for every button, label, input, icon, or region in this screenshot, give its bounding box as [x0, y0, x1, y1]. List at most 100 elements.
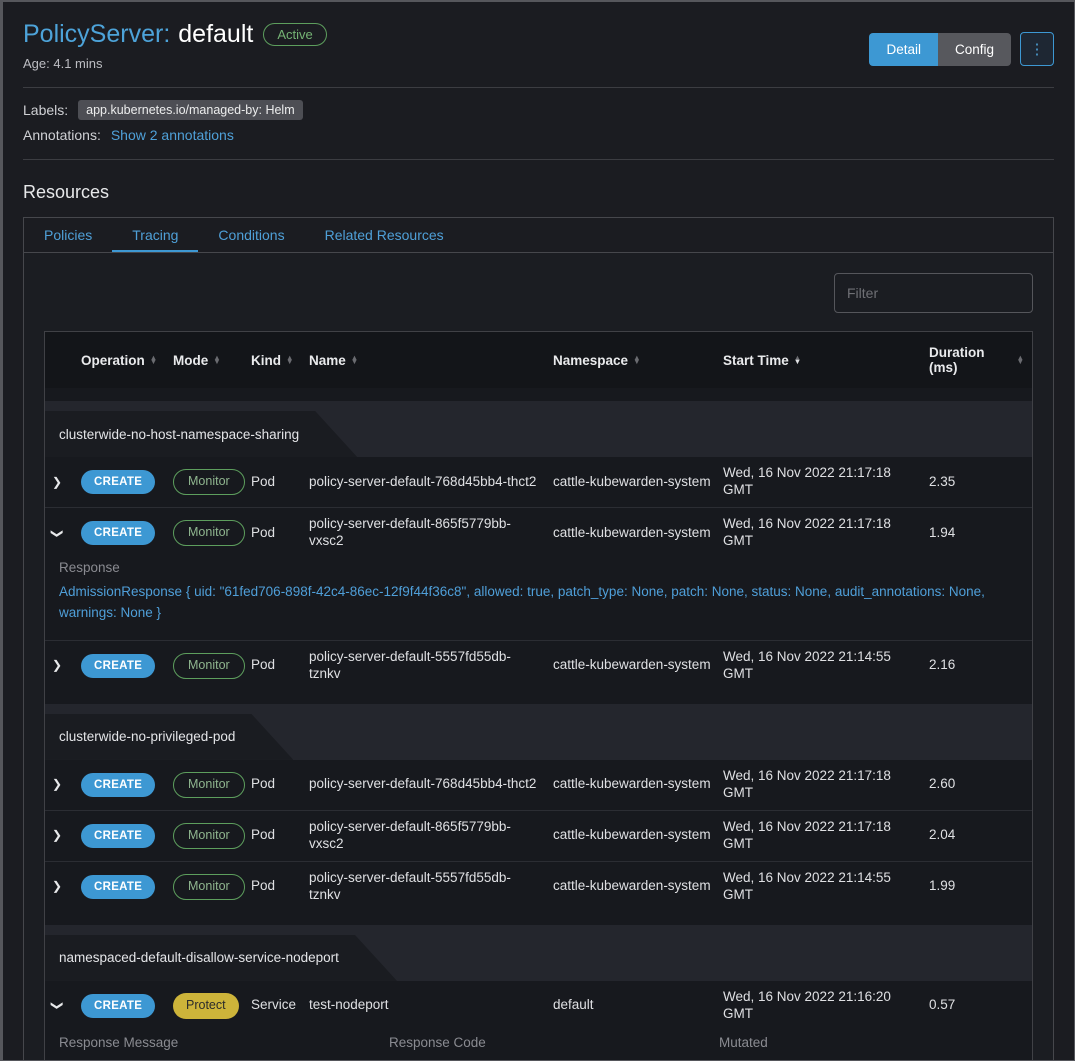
age-text: Age: 4.1 mins — [23, 56, 327, 71]
duration-cell: 2.60 — [929, 776, 1032, 793]
column-header-kind[interactable]: Kind ▲▼ — [251, 340, 309, 381]
label-badge: app.kubernetes.io/managed-by: Helm — [78, 100, 302, 120]
operation-cell: CREATE — [81, 994, 173, 1018]
mode-cell: Monitor — [173, 469, 251, 495]
divider — [23, 159, 1054, 160]
tab-related-resources[interactable]: Related Resources — [305, 218, 464, 252]
group-name: clusterwide-no-privileged-pod — [45, 714, 293, 760]
name-cell: policy-server-default-768d45bb4-thct2 — [309, 474, 553, 491]
column-header-name[interactable]: Name▲▼ — [309, 340, 553, 381]
start-time-cell: Wed, 16 Nov 2022 21:14:55 GMT — [723, 649, 929, 683]
table-row[interactable]: ❯CREATEMonitorPodpolicy-server-default-7… — [45, 760, 1032, 810]
tab-tracing[interactable]: Tracing — [112, 218, 198, 252]
column-header-duration-ms-[interactable]: Duration (ms)▲▼ — [929, 332, 1032, 388]
group-name: clusterwide-no-host-namespace-sharing — [45, 411, 357, 457]
kind-cell: Pod — [251, 827, 309, 844]
operation-cell: CREATE — [81, 654, 173, 678]
mode-cell: Monitor — [173, 823, 251, 849]
table-row[interactable]: ❯CREATEProtectServicetest-nodeportdefaul… — [45, 981, 1032, 1031]
name-cell: policy-server-default-865f5779bb-vxsc2 — [309, 516, 553, 550]
mode-cell: Monitor — [173, 653, 251, 679]
response-value: AdmissionResponse { uid: "61fed706-898f-… — [59, 582, 1018, 624]
column-label: Mode — [173, 353, 208, 368]
collapse-row-icon[interactable]: ❯ — [45, 526, 81, 541]
chevron-icon: ❯ — [52, 475, 62, 489]
sort-icon: ▲▼ — [150, 356, 157, 364]
expand-row-icon[interactable]: ❯ — [45, 777, 81, 792]
sort-icon: ▲▼ — [286, 356, 293, 364]
start-time-cell: Wed, 16 Nov 2022 21:14:55 GMT — [723, 870, 929, 904]
tab-conditions[interactable]: Conditions — [198, 218, 304, 252]
column-header-namespace[interactable]: Namespace ▲▼ — [553, 340, 723, 381]
column-label: Duration (ms) — [929, 345, 1012, 375]
show-annotations-link[interactable]: Show 2 annotations — [111, 127, 234, 143]
title-block: PolicyServer: default Active Age: 4.1 mi… — [23, 20, 327, 71]
column-label: Kind — [251, 353, 281, 368]
labels-label: Labels: — [23, 102, 68, 118]
column-header-mode[interactable]: Mode▲▼ — [173, 340, 251, 381]
expand-row-icon[interactable]: ❯ — [45, 879, 81, 894]
column-header-start-time[interactable]: Start Time▲▼ — [723, 340, 929, 381]
tab-bar: PoliciesTracingConditionsRelated Resourc… — [24, 218, 1053, 253]
filter-input[interactable] — [834, 273, 1033, 313]
policy-server-detail-page: PolicyServer: default Active Age: 4.1 mi… — [0, 0, 1075, 1061]
expand-row-icon[interactable]: ❯ — [45, 828, 81, 843]
policy-group-clusterwide-no-host-namespace-sharing: clusterwide-no-host-namespace-sharing❯CR… — [45, 401, 1032, 691]
table-row[interactable]: ❯CREATEMonitorPodpolicy-server-default-5… — [45, 641, 1032, 691]
sort-desc-icon: ▼ — [794, 360, 801, 364]
table-row[interactable]: ❯CREATEMonitorPodpolicy-server-default-7… — [45, 457, 1032, 507]
column-label: Operation — [81, 353, 145, 368]
namespace-cell: default — [553, 997, 723, 1014]
verdict-field-label: Response Message — [59, 1035, 389, 1050]
chevron-icon: ❯ — [50, 1001, 65, 1011]
resource-name-title: default — [178, 20, 253, 49]
operation-badge: CREATE — [81, 824, 155, 848]
detail-button[interactable]: Detail — [869, 33, 938, 66]
verdict-field-response-code: Response CodeN/A — [389, 1035, 719, 1061]
operation-cell: CREATE — [81, 773, 173, 797]
kind-cell: Pod — [251, 878, 309, 895]
tab-policies[interactable]: Policies — [24, 218, 112, 252]
group-header: clusterwide-no-privileged-pod — [45, 704, 1032, 760]
config-button[interactable]: Config — [938, 33, 1011, 66]
kind-cell: Pod — [251, 776, 309, 793]
chevron-icon: ❯ — [50, 528, 65, 538]
namespace-cell: cattle-kubewarden-system — [553, 878, 723, 895]
trace-row-item: ❯CREATEMonitorPodpolicy-server-default-5… — [45, 640, 1032, 691]
duration-cell: 2.04 — [929, 827, 1032, 844]
expand-row-icon[interactable]: ❯ — [45, 475, 81, 490]
status-badge: Active — [263, 23, 326, 46]
table-row[interactable]: ❯CREATEMonitorPodpolicy-server-default-5… — [45, 862, 1032, 912]
verdict-field-label: Response Code — [389, 1035, 719, 1050]
column-header-operation[interactable]: Operation ▲▼ — [81, 340, 173, 381]
namespace-cell: cattle-kubewarden-system — [553, 525, 723, 542]
operation-cell: CREATE — [81, 824, 173, 848]
trace-table-body: clusterwide-no-host-namespace-sharing❯CR… — [45, 401, 1032, 1061]
start-time-cell: Wed, 16 Nov 2022 21:17:18 GMT — [723, 819, 929, 853]
trace-table-header: Operation▲▼Mode▲▼Kind▲▼Name▲▼Namespace▲▼… — [45, 332, 1032, 388]
sort-icon: ▲▼ — [633, 356, 640, 364]
table-row[interactable]: ❯CREATEMonitorPodpolicy-server-default-8… — [45, 508, 1032, 558]
duration-cell: 2.16 — [929, 657, 1032, 674]
mode-badge: Monitor — [173, 874, 245, 900]
resources-tab-panel: PoliciesTracingConditionsRelated Resourc… — [23, 217, 1054, 1061]
resources-title: Resources — [23, 182, 1054, 203]
collapse-row-icon[interactable]: ❯ — [45, 998, 81, 1013]
namespace-cell: cattle-kubewarden-system — [553, 474, 723, 491]
sort-desc-icon: ▼ — [351, 360, 358, 364]
header-spacer — [45, 347, 81, 373]
verdict-detail: Response MessageService of type NodePort… — [45, 1031, 1032, 1061]
name-cell: policy-server-default-5557fd55db-tznkv — [309, 870, 553, 904]
column-label: Namespace — [553, 353, 628, 368]
operation-badge: CREATE — [81, 654, 155, 678]
kebab-menu-icon[interactable]: ⋮ — [1020, 32, 1054, 66]
namespace-cell: cattle-kubewarden-system — [553, 827, 723, 844]
kind-cell: Pod — [251, 525, 309, 542]
sort-icon: ▲▼ — [351, 356, 358, 364]
table-row[interactable]: ❯CREATEMonitorPodpolicy-server-default-8… — [45, 811, 1032, 861]
kind-cell: Pod — [251, 474, 309, 491]
start-time-cell: Wed, 16 Nov 2022 21:17:18 GMT — [723, 768, 929, 802]
chevron-icon: ❯ — [52, 879, 62, 893]
mode-cell: Monitor — [173, 874, 251, 900]
expand-row-icon[interactable]: ❯ — [45, 658, 81, 673]
